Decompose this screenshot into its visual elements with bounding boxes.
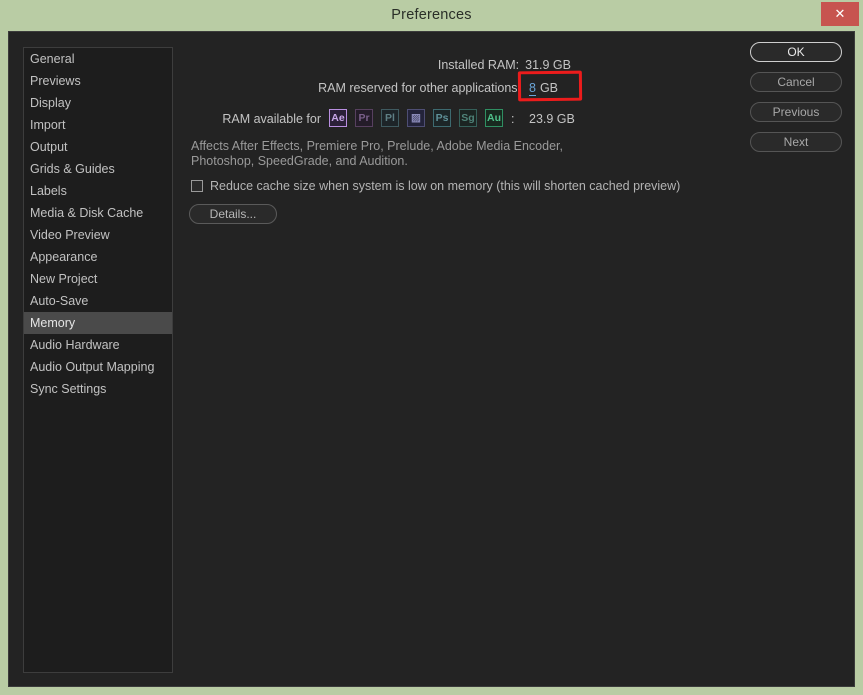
available-ram-value: 23.9 GB [529,112,575,126]
details-button[interactable]: Details... [189,204,277,224]
sidebar-item-media-disk-cache[interactable]: Media & Disk Cache [24,202,172,224]
premiere-pro-icon: Pr [355,109,373,127]
sidebar-item-label: Labels [30,184,67,198]
sidebar-item-general[interactable]: General [24,48,172,70]
sidebar-item-label: Output [30,140,68,154]
reserved-ram-label: RAM reserved for other applications: [318,81,521,95]
reduce-cache-label: Reduce cache size when system is low on … [210,179,681,193]
memory-preferences-panel: Installed RAM: 31.9 GB RAM reserved for o… [181,47,844,676]
audition-icon: Au [485,109,503,127]
reserved-ram-field[interactable]: 8 GB [529,81,559,96]
prelude-icon: Pl [381,109,399,127]
available-ram-label: RAM available for [222,112,321,126]
sidebar-item-label: Auto-Save [30,294,89,308]
reduce-cache-checkbox-row[interactable]: Reduce cache size when system is low on … [191,179,680,193]
app-icon-strip: Ae Pr Pl ▨ Ps Sg Au [329,109,511,127]
sidebar-item-label: Sync Settings [30,382,107,396]
sidebar-item-label: Display [30,96,71,110]
sidebar-item-audio-hardware[interactable]: Audio Hardware [24,334,172,356]
sidebar-item-label: Grids & Guides [30,162,115,176]
sidebar-item-import[interactable]: Import [24,114,172,136]
sidebar-item-labels[interactable]: Labels [24,180,172,202]
available-ram-colon: : [511,112,515,126]
sidebar-item-label: Previews [30,74,81,88]
sidebar-item-label: Memory [30,316,76,330]
next-button[interactable]: Next [750,132,842,152]
sidebar-item-label: Import [30,118,66,132]
installed-ram-label: Installed RAM: [437,58,520,72]
sidebar-item-appearance[interactable]: Appearance [24,246,172,268]
sidebar-item-display[interactable]: Display [24,92,172,114]
installed-ram-row: Installed RAM: 31.9 GB [181,58,571,72]
dialog-body: General Previews Display Import Output Grids … [8,31,855,687]
sidebar-item-label: Audio Output Mapping [30,360,155,374]
reserved-ram-unit: GB [539,81,559,95]
installed-ram-value: 31.9 GB [525,58,571,72]
window-title: Preferences [391,7,472,23]
sidebar-item-sync-settings[interactable]: Sync Settings [24,378,172,400]
sidebar-item-label: General [30,52,75,66]
reserved-ram-value[interactable]: 8 [529,81,536,96]
sidebar-item-new-project[interactable]: New Project [24,268,172,290]
sidebar-item-auto-save[interactable]: Auto-Save [24,290,172,312]
ok-button[interactable]: OK [750,42,842,62]
close-icon[interactable]: ✕ [821,2,859,26]
sidebar-item-memory[interactable]: Memory [24,312,172,334]
previous-button[interactable]: Previous [750,102,842,122]
speedgrade-icon: Sg [459,109,477,127]
sidebar-item-audio-output-mapping[interactable]: Audio Output Mapping [24,356,172,378]
dialog-action-buttons: OK Cancel Previous Next [750,42,842,162]
preferences-window: Preferences ✕ General Previews Display Impo… [0,0,863,695]
sidebar-item-label: Audio Hardware [30,338,120,352]
sidebar-item-grids-guides[interactable]: Grids & Guides [24,158,172,180]
preferences-category-list[interactable]: General Previews Display Import Output Grids … [23,47,173,673]
media-encoder-icon: ▨ [407,109,425,127]
cancel-button[interactable]: Cancel [750,72,842,92]
sidebar-item-label: Appearance [30,250,98,264]
reduce-cache-checkbox[interactable] [191,180,203,192]
photoshop-icon: Ps [433,109,451,127]
sidebar-item-label: Media & Disk Cache [30,206,144,220]
sidebar-item-output[interactable]: Output [24,136,172,158]
sidebar-item-previews[interactable]: Previews [24,70,172,92]
after-effects-icon: Ae [329,109,347,127]
affects-description: Affects After Effects, Premiere Pro, Pre… [191,139,563,168]
sidebar-item-video-preview[interactable]: Video Preview [24,224,172,246]
sidebar-item-label: New Project [30,272,98,286]
sidebar-item-label: Video Preview [30,228,110,242]
window-titlebar: Preferences ✕ [0,0,863,31]
